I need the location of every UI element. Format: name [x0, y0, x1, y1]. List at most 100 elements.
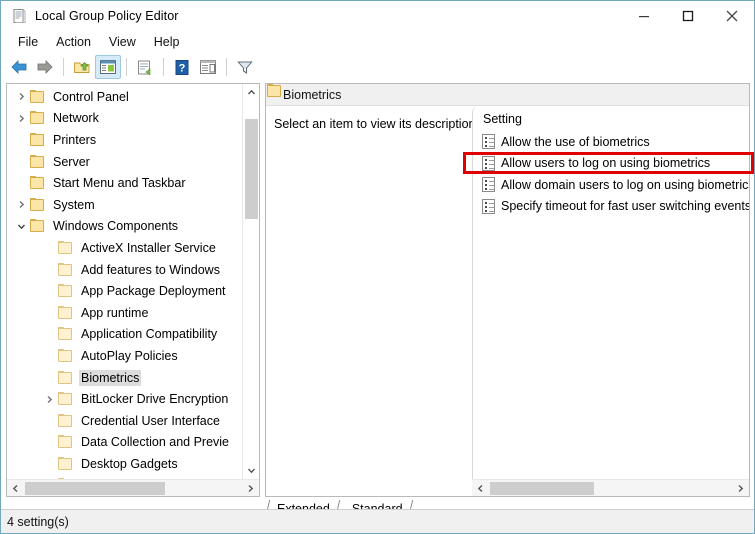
settings-hscroll-thumb[interactable] — [490, 482, 594, 495]
tree-item[interactable]: Biometrics — [7, 367, 242, 389]
tree-item-label: Credential User Interface — [81, 413, 220, 428]
chevron-right-icon[interactable] — [13, 110, 29, 126]
settings-pane-title: Biometrics — [283, 87, 342, 102]
tree-item[interactable]: AutoPlay Policies — [7, 345, 242, 367]
chevron-right-icon[interactable] — [13, 89, 29, 105]
chevron-placeholder — [41, 240, 57, 256]
tree-item[interactable]: Server — [7, 151, 242, 173]
up-one-level-folder-icon[interactable] — [69, 55, 95, 79]
tree-item[interactable]: Control Panel — [7, 86, 242, 108]
chevron-right-icon[interactable] — [41, 391, 57, 407]
menu-item-view[interactable]: View — [100, 34, 145, 50]
tree-item[interactable]: ActiveX Installer Service — [7, 237, 242, 259]
chevron-placeholder — [41, 348, 57, 364]
tree-item[interactable]: Printers — [7, 129, 242, 151]
setting-label: Allow users to log on using biometrics — [501, 156, 711, 171]
chevron-placeholder — [41, 305, 57, 321]
scroll-right-icon[interactable] — [242, 480, 259, 496]
tree-item[interactable]: Windows Components — [7, 216, 242, 238]
forward-icon[interactable] — [32, 55, 58, 79]
menu-item-action[interactable]: Action — [47, 34, 100, 50]
filter-icon[interactable] — [232, 55, 258, 79]
chevron-down-icon[interactable] — [13, 218, 29, 234]
tree-scroll-thumb[interactable] — [245, 119, 258, 219]
toolbar: ? — [1, 53, 754, 81]
tree-item[interactable]: BitLocker Drive Encryption — [7, 388, 242, 410]
maximize-button[interactable] — [666, 1, 710, 31]
folder-icon — [29, 132, 46, 147]
show-hide-action-pane-icon[interactable] — [195, 55, 221, 79]
tree-item[interactable]: App runtime — [7, 302, 242, 324]
tree-item[interactable]: App Package Deployment — [7, 280, 242, 302]
folder-icon — [29, 219, 46, 233]
folder-icon — [29, 89, 46, 104]
tree-item-label: Control Panel — [53, 89, 129, 104]
chevron-placeholder — [41, 326, 57, 342]
tree-horizontal-scrollbar[interactable] — [7, 479, 259, 496]
tree-hscroll-thumb[interactable] — [25, 482, 165, 495]
setting-label: Allow the use of biometrics — [501, 134, 650, 149]
menu-item-file[interactable]: File — [9, 34, 47, 50]
status-bar: 4 setting(s) — [1, 509, 754, 533]
folder-icon — [57, 262, 74, 277]
tree-item-label: Biometrics — [79, 369, 142, 386]
local-group-policy-editor-window: Local Group Policy Editor File Action Vi… — [0, 0, 755, 534]
tree-item[interactable]: Desktop Gadgets — [7, 453, 242, 475]
policy-setting-icon — [482, 198, 495, 214]
scroll-left-icon[interactable] — [7, 480, 24, 496]
close-button[interactable] — [710, 1, 754, 31]
tree-item-label: BitLocker Drive Encryption — [81, 392, 229, 407]
folder-icon — [57, 348, 74, 363]
tree-vertical-scrollbar[interactable] — [242, 84, 259, 479]
folder-icon — [57, 392, 74, 406]
menu-item-help[interactable]: Help — [145, 34, 189, 50]
setting-row[interactable]: Specify timeout for fast user switching … — [473, 196, 749, 218]
tree-item[interactable]: Data Collection and Previe — [7, 432, 242, 454]
tree-item-label: Server — [53, 154, 90, 169]
setting-row[interactable]: Allow domain users to log on using biome… — [473, 174, 749, 196]
folder-icon — [57, 413, 74, 428]
scroll-down-icon[interactable] — [243, 462, 259, 479]
column-header-setting: Setting — [483, 112, 522, 126]
console-tree[interactable]: Control Panel Network Printers Server Start … — [7, 86, 242, 479]
folder-icon — [57, 305, 74, 320]
tree-item[interactable]: Network — [7, 108, 242, 130]
back-icon[interactable] — [6, 55, 32, 79]
help-icon[interactable]: ? — [169, 55, 195, 79]
tree-item[interactable]: Add features to Windows — [7, 259, 242, 281]
scroll-left-icon[interactable] — [472, 480, 489, 496]
tree-item[interactable]: Credential User Interface — [7, 410, 242, 432]
folder-icon — [29, 154, 46, 169]
chevron-placeholder — [41, 370, 57, 386]
toolbar-separator — [163, 58, 164, 76]
window-controls — [622, 1, 754, 31]
svg-text:?: ? — [179, 62, 186, 74]
folder-icon — [57, 327, 74, 341]
settings-column-header[interactable]: Setting — [473, 106, 749, 131]
setting-label: Specify timeout for fast user switching … — [501, 199, 750, 214]
scroll-up-icon[interactable] — [243, 84, 259, 101]
folder-icon — [57, 370, 74, 385]
settings-horizontal-scrollbar[interactable] — [472, 479, 749, 496]
scroll-right-icon[interactable] — [732, 480, 749, 496]
tree-item-label: ActiveX Installer Service — [81, 240, 216, 255]
export-list-icon[interactable] — [132, 55, 158, 79]
chevron-placeholder — [41, 434, 57, 450]
settings-list[interactable]: Allow the use of biometrics Allow users t… — [473, 131, 749, 479]
setting-row[interactable]: Allow the use of biometrics — [473, 131, 749, 153]
tree-item[interactable]: Application Compatibility — [7, 324, 242, 346]
status-text: 4 setting(s) — [7, 514, 69, 529]
settings-pane-body: Select an item to view its description. … — [266, 106, 749, 496]
tree-item[interactable]: Start Menu and Taskbar — [7, 172, 242, 194]
tree-item[interactable]: System — [7, 194, 242, 216]
chevron-placeholder — [41, 456, 57, 472]
chevron-placeholder — [41, 413, 57, 429]
tree-item-label: AutoPlay Policies — [81, 348, 178, 363]
chevron-placeholder — [13, 154, 29, 170]
settings-list-pane: Setting Allow the use of biometrics Allow… — [472, 106, 749, 479]
minimize-button[interactable] — [622, 1, 666, 31]
window-title: Local Group Policy Editor — [35, 9, 179, 23]
show-hide-console-tree-icon[interactable] — [95, 55, 121, 79]
setting-row[interactable]: Allow users to log on using biometrics — [473, 153, 749, 175]
chevron-right-icon[interactable] — [13, 197, 29, 213]
